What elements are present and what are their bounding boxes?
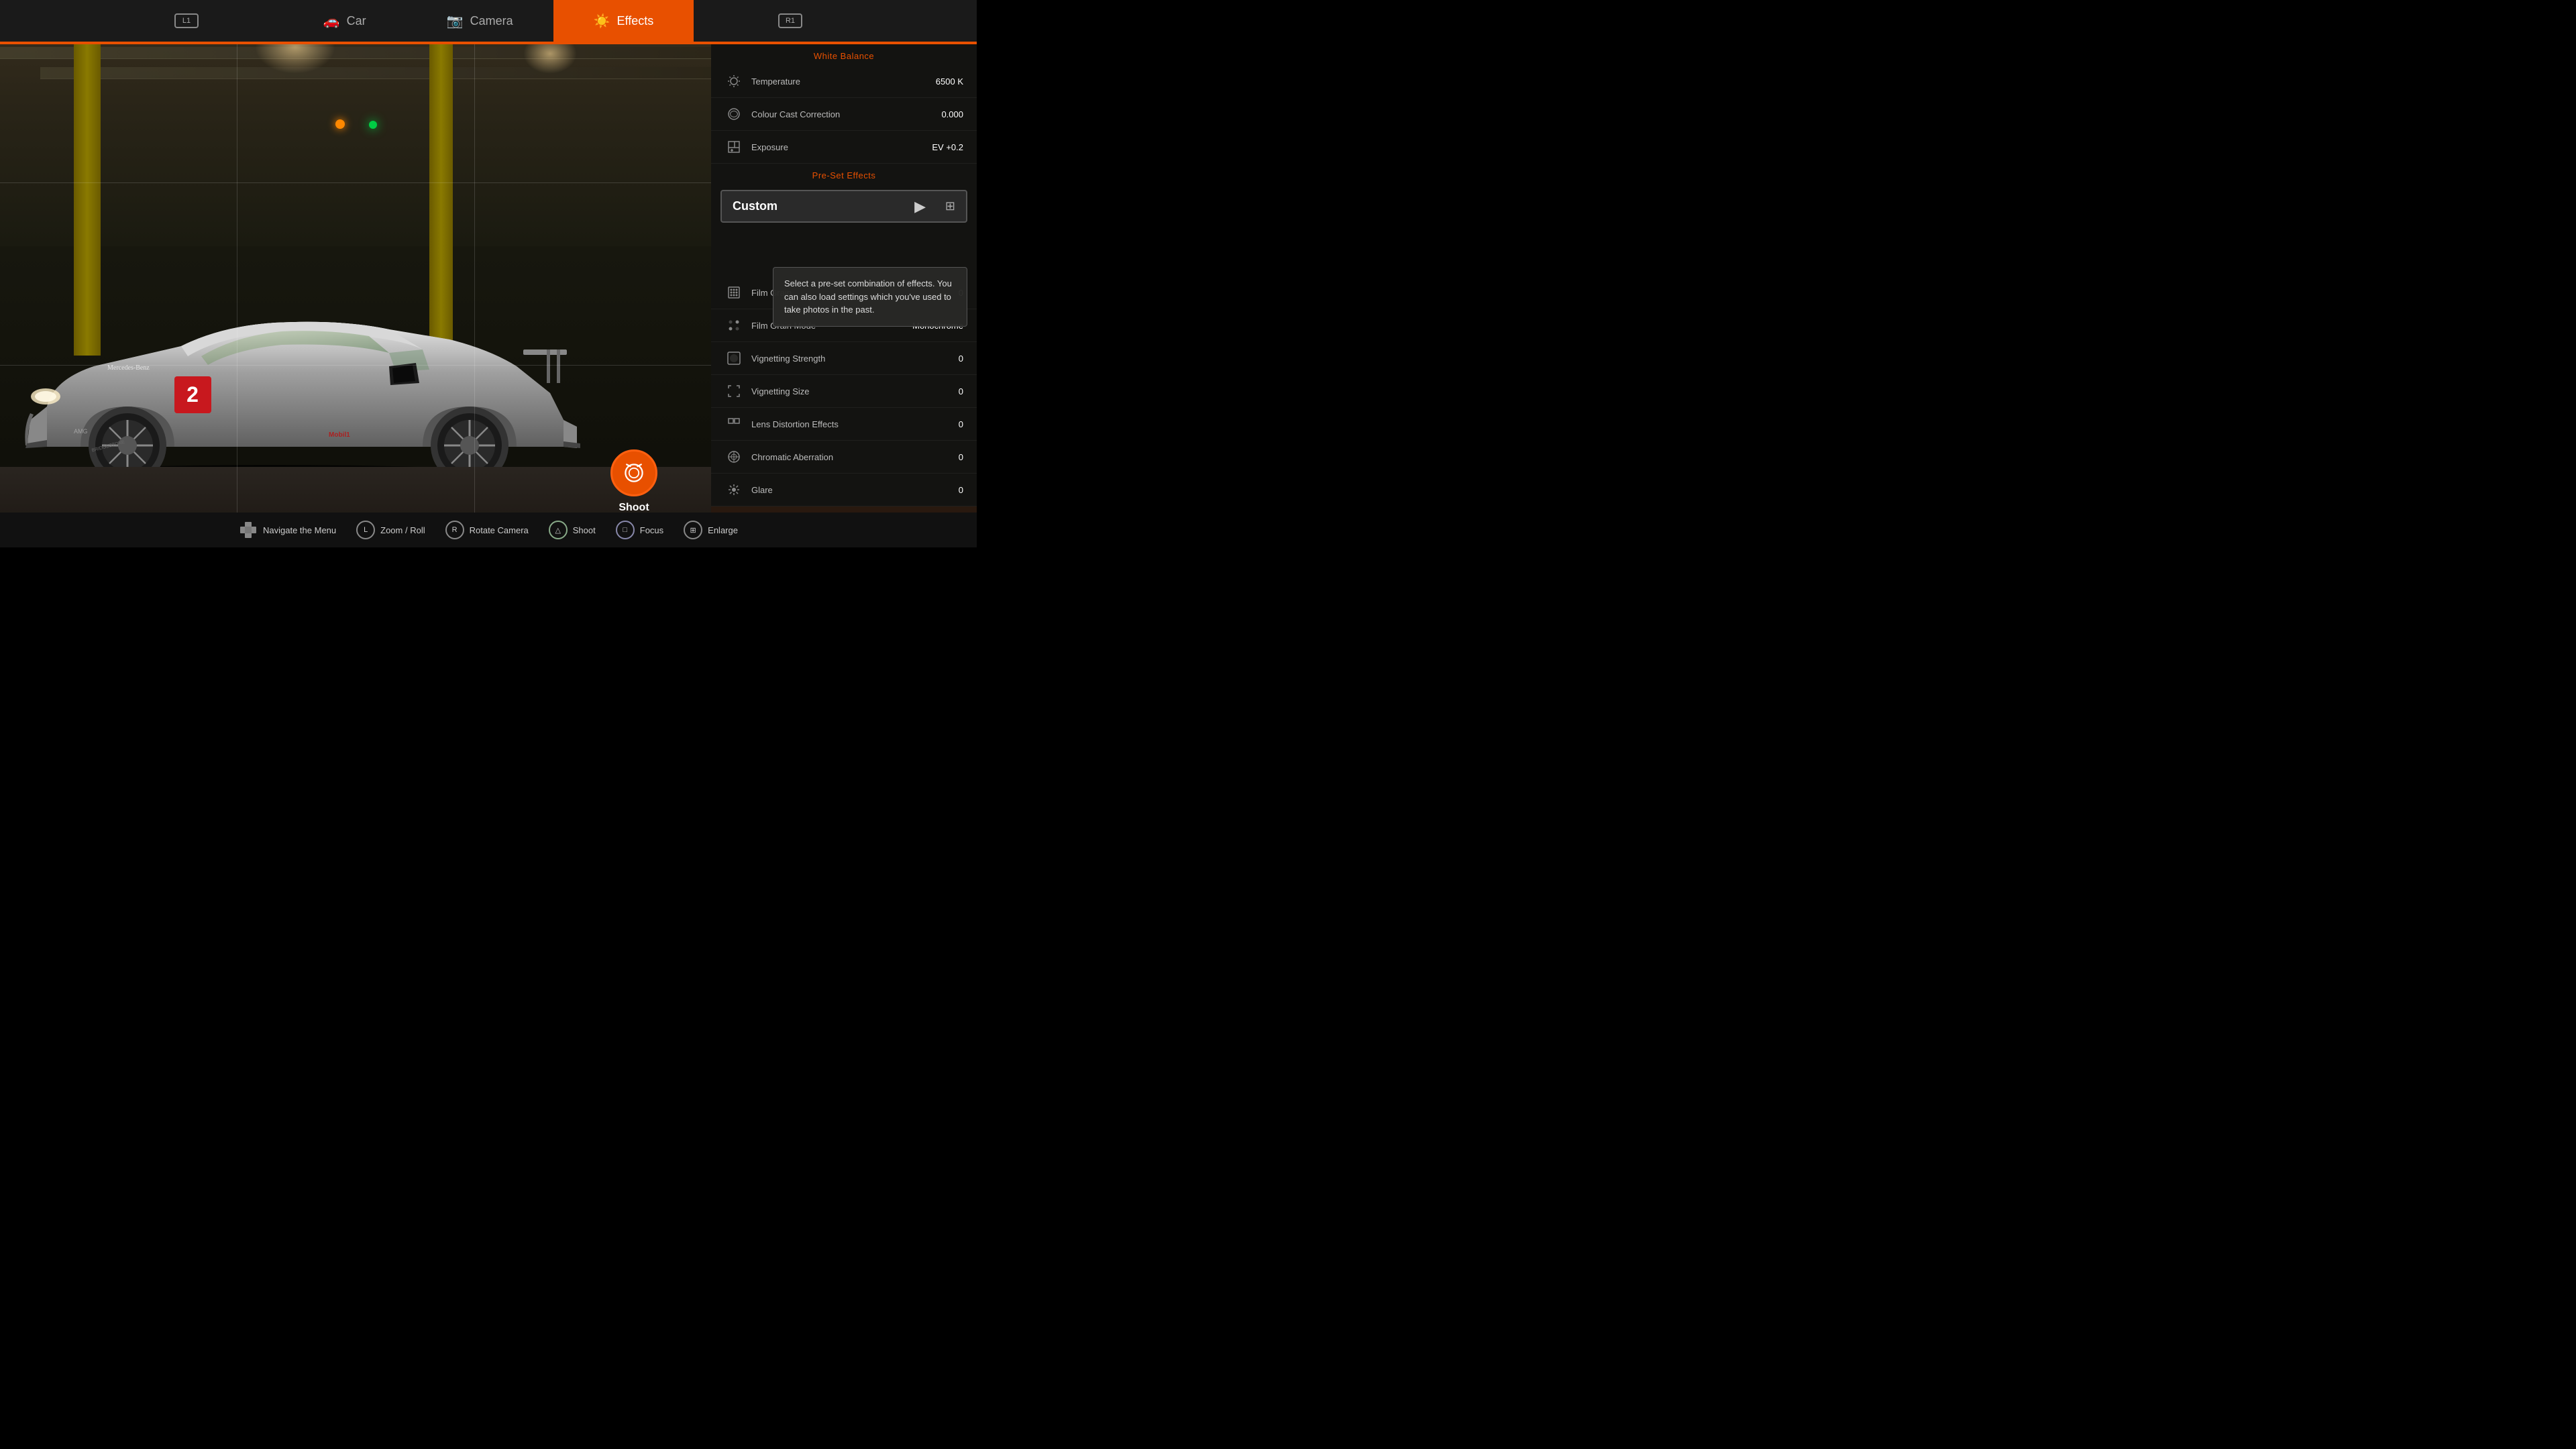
colour-cast-label: Colour Cast Correction [751,109,941,119]
vignetting-size-value: 0 [959,386,963,396]
colour-cast-row[interactable]: Colour Cast Correction 0.000 [711,98,977,131]
navigate-control: Navigate the Menu [239,521,336,539]
focus-control: □ Focus [616,521,663,539]
traffic-light-green [369,121,377,129]
lens-distortion-icon [724,415,743,433]
glare-label: Glare [751,485,959,495]
r1-trigger[interactable]: R1 [778,13,802,28]
car-svg: 2 Mercedes-Benz BRIDGESTONE AMG Mobil1 [0,272,597,487]
dpad-icon [239,521,258,539]
focus-label: Focus [640,525,663,535]
exposure-icon [724,138,743,156]
triangle-button-icon: △ [549,521,568,539]
enlarge-label: Enlarge [708,525,738,535]
film-grain-mode-icon [724,316,743,335]
vignetting-size-row[interactable]: Vignetting Size 0 [711,375,977,408]
l1-label: L1 [182,17,191,25]
car-icon: 🚗 [323,13,340,30]
temperature-row[interactable]: Temperature 6500 K [711,65,977,98]
vignetting-strength-icon [724,349,743,368]
lens-distortion-row[interactable]: Lens Distortion Effects 0 [711,408,977,441]
tab-car-label: Car [347,14,366,28]
preset-tooltip: Select a pre-set combination of effects.… [773,267,967,327]
vignetting-size-label: Vignetting Size [751,386,959,396]
beam-3 [40,67,711,79]
zoom-control: L Zoom / Roll [356,521,425,539]
glare-row[interactable]: Glare 0 [711,474,977,506]
shutter-icon [622,461,646,485]
r-button-icon: R [445,521,464,539]
navigate-label: Navigate the Menu [263,525,336,535]
chromatic-aberration-icon [724,447,743,466]
preset-dropdown[interactable]: Custom ▶ ⊞ [720,190,967,223]
shoot-control: △ Shoot [549,521,596,539]
tab-effects[interactable]: ☀️ Effects [553,0,694,42]
shoot-button-container: Shoot [610,449,657,514]
lens-distortion-label: Lens Distortion Effects [751,419,959,429]
grid-view-icon[interactable]: ⊞ [945,199,955,213]
svg-text:AMG: AMG [74,428,88,435]
tab-camera[interactable]: 📷 Camera [407,0,553,42]
film-grain-icon [724,283,743,302]
vignetting-size-icon [724,382,743,400]
zoom-label: Zoom / Roll [380,525,425,535]
temperature-label: Temperature [751,76,936,87]
beam-2 [0,47,711,59]
colour-cast-value: 0.000 [941,109,963,119]
chromatic-aberration-row[interactable]: Chromatic Aberration 0 [711,441,977,474]
topbar: L1 🚗 Car 📷 Camera ☀️ Effects R1 [0,0,977,42]
white-balance-header: White Balance [711,44,977,65]
shoot-button[interactable] [610,449,657,496]
l-button-icon: L [356,521,375,539]
svg-text:Mobil1: Mobil1 [329,431,350,439]
temperature-value: 6500 K [936,76,963,87]
topbar-accent-line [0,42,977,44]
square-button-icon: □ [616,521,635,539]
l1-trigger[interactable]: L1 [174,13,199,28]
exposure-row[interactable]: Exposure EV +0.2 [711,131,977,164]
sun-icon: ☀️ [594,13,610,30]
vignetting-strength-label: Vignetting Strength [751,354,959,364]
car-viewport: 2 Mercedes-Benz BRIDGESTONE AMG Mobil1 [0,0,711,547]
enlarge-button-icon: ⊞ [684,521,702,539]
viewport: 2 Mercedes-Benz BRIDGESTONE AMG Mobil1 [0,0,711,547]
tab-effects-label: Effects [617,14,654,28]
r1-label: R1 [786,17,795,25]
screen-effect-header-row[interactable]: Screen Effect 1 ▼ [711,506,977,513]
preset-effects-header: Pre-Set Effects [711,164,977,184]
rotate-control: R Rotate Camera [445,521,529,539]
bottom-bar: Navigate the Menu L Zoom / Roll R Rotate… [0,513,977,547]
enlarge-control: ⊞ Enlarge [684,521,738,539]
exposure-value: EV +0.2 [932,142,963,152]
tab-car[interactable]: 🚗 Car [283,0,407,42]
chromatic-aberration-label: Chromatic Aberration [751,452,959,462]
exposure-label: Exposure [751,142,932,152]
preset-selected-label: Custom [733,199,945,213]
tooltip-text: Select a pre-set combination of effects.… [784,278,952,315]
tab-camera-label: Camera [470,14,513,28]
colour-cast-icon [724,105,743,123]
cursor-arrow-icon: ▶ [914,198,926,215]
traffic-light-orange [335,119,345,129]
lens-distortion-value: 0 [959,419,963,429]
shoot-bottom-label: Shoot [573,525,596,535]
svg-text:2: 2 [186,382,199,407]
rotate-label: Rotate Camera [470,525,529,535]
temperature-icon [724,72,743,91]
vignetting-strength-row[interactable]: Vignetting Strength 0 [711,342,977,375]
svg-text:Mercedes-Benz: Mercedes-Benz [107,364,150,372]
glare-value: 0 [959,485,963,495]
vignetting-strength-value: 0 [959,354,963,364]
right-panel: White Balance Temperature 6500 K [711,44,977,513]
camera-icon: 📷 [447,13,464,30]
glare-icon [724,480,743,499]
chromatic-aberration-value: 0 [959,452,963,462]
